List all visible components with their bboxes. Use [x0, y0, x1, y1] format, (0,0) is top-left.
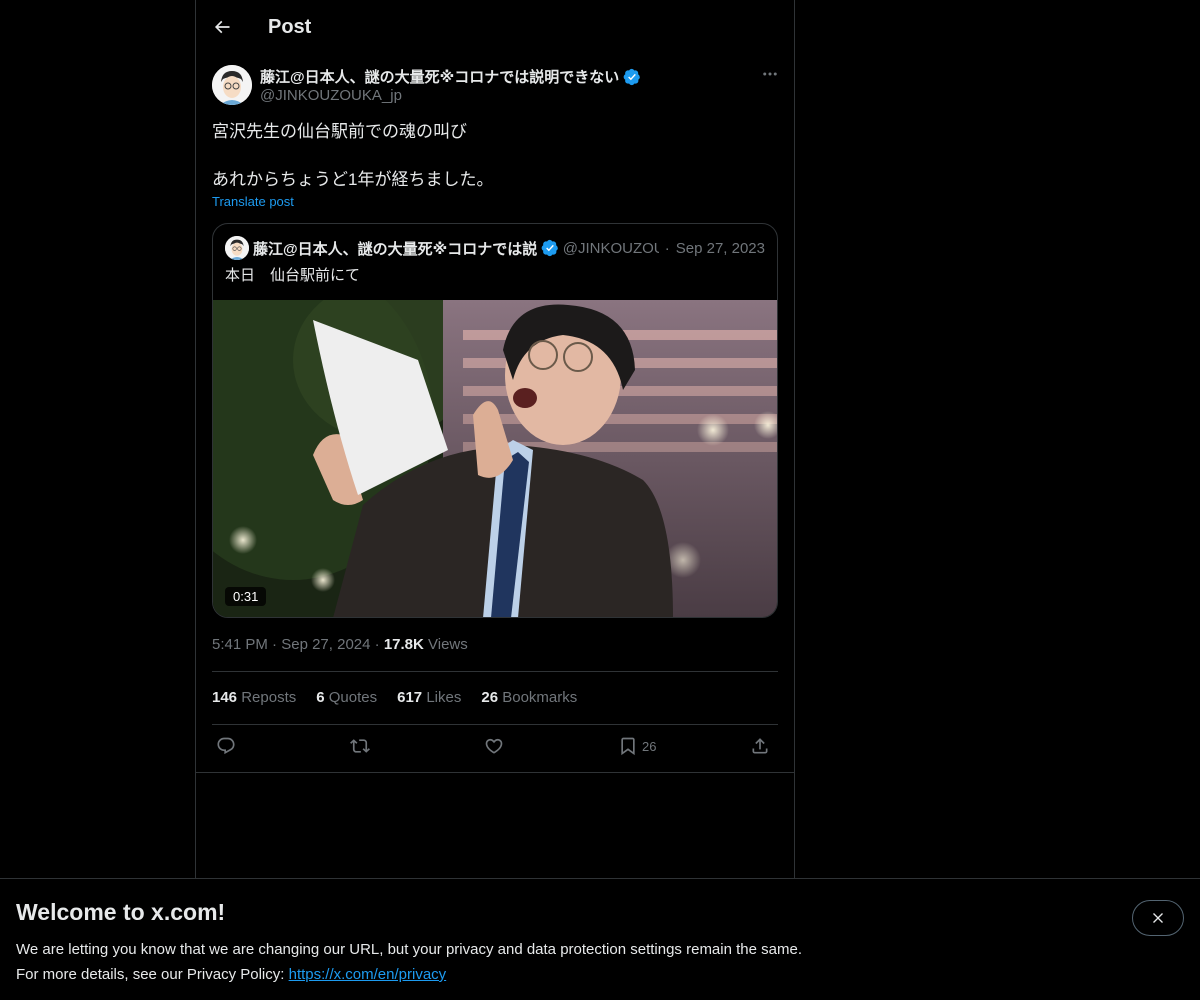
post-metadata: 5:41 PM · Sep 27, 2024 · 17.8K Views — [212, 636, 468, 653]
banner-line: For more details, see our Privacy Policy… — [16, 962, 802, 987]
quoted-author-handle: @JINKOUZOUKA_jp — [562, 239, 659, 257]
divider — [212, 671, 778, 672]
video-duration: 0:31 — [225, 587, 267, 606]
post-time[interactable]: 5:41 PM — [212, 636, 268, 653]
more-icon[interactable] — [760, 64, 780, 84]
quoted-post-text: 本日 仙台駅前にて — [225, 267, 361, 284]
back-arrow-icon[interactable] — [212, 17, 232, 37]
quoted-post[interactable]: 藤江@日本人、謎の大量死※コロナでは説明 @JINKOUZOUKA_jp · S… — [212, 223, 778, 618]
quoted-author-name: 藤江@日本人、謎の大量死※コロナでは説明 — [253, 240, 537, 258]
like-button[interactable] — [484, 736, 504, 756]
verified-badge-icon — [623, 68, 641, 86]
separator-dot: · — [664, 239, 670, 257]
reposts-label: Reposts — [241, 689, 297, 706]
author-name-text[interactable]: 藤江@日本人、謎の大量死※コロナでは説明できない — [260, 66, 619, 87]
views-count: 17.8K — [383, 636, 424, 653]
post-text-line: 宮沢先生の仙台駅前での魂の叫び — [212, 122, 467, 141]
quoted-post-header: 藤江@日本人、謎の大量死※コロナでは説明 @JINKOUZOUKA_jp · S… — [225, 236, 765, 260]
quotes-stat[interactable]: 6 Quotes — [316, 689, 377, 706]
post-stats: 146 Reposts 6 Quotes 617 Likes 26 Bookma… — [212, 689, 577, 706]
quotes-label: Quotes — [328, 689, 378, 706]
reposts-count: 146 — [212, 689, 238, 706]
banner-line: We are letting you know that we are chan… — [16, 941, 802, 958]
verified-badge-icon — [541, 239, 559, 257]
like-icon — [485, 738, 503, 754]
close-banner-button[interactable] — [1132, 900, 1184, 936]
banner-title: Welcome to x.com! — [16, 899, 226, 925]
welcome-banner: Welcome to x.com! We are letting you kno… — [0, 878, 1200, 1000]
quotes-count: 6 — [316, 689, 325, 706]
repost-button[interactable] — [350, 736, 370, 756]
bookmarks-label: Bookmarks — [502, 689, 578, 706]
post-text-line: あれからちょうど1年が経ちました。 — [212, 170, 494, 189]
views-label: Views — [428, 636, 468, 653]
bookmarks-count: 26 — [481, 689, 499, 706]
post-text: 宮沢先生の仙台駅前での魂の叫び あれからちょうど1年が経ちました。 — [212, 120, 780, 192]
bookmark-icon — [621, 737, 635, 756]
author-name[interactable]: 藤江@日本人、謎の大量死※コロナでは説明できない — [260, 66, 641, 87]
avatar[interactable] — [212, 65, 252, 105]
close-icon — [1153, 913, 1163, 923]
post-author: 藤江@日本人、謎の大量死※コロナでは説明できない @JINKOUZOUKA_jp — [212, 64, 780, 108]
likes-stat[interactable]: 617 Likes — [397, 689, 461, 706]
video-still-image — [213, 300, 777, 617]
divider — [212, 724, 778, 725]
avatar — [225, 236, 249, 260]
post-date[interactable]: Sep 27, 2024 — [281, 636, 370, 653]
privacy-policy-link[interactable]: https://x.com/en/privacy — [289, 966, 447, 983]
share-button[interactable] — [750, 736, 770, 756]
separator-dot: · — [374, 636, 384, 653]
translate-post-link[interactable]: Translate post — [212, 194, 294, 209]
likes-count: 617 — [397, 689, 423, 706]
quoted-post-date: Sep 27, 2023 — [675, 239, 765, 257]
page-title: Post — [268, 15, 312, 38]
banner-text: We are letting you know that we are chan… — [16, 937, 802, 987]
bookmark-count: 26 — [642, 738, 657, 754]
top-bar: Post — [196, 0, 794, 54]
banner-line-prefix: For more details, see our Privacy Policy… — [16, 966, 285, 983]
video-thumbnail[interactable]: 0:31 — [213, 300, 777, 617]
author-handle[interactable]: @JINKOUZOUKA_jp — [260, 87, 402, 104]
reply-button[interactable] — [216, 736, 236, 756]
divider — [196, 772, 794, 773]
post-actions: 26 — [212, 736, 778, 760]
bookmark-button[interactable]: 26 — [618, 736, 656, 756]
share-icon — [752, 738, 768, 754]
separator-dot: · — [272, 636, 282, 653]
bookmarks-stat[interactable]: 26 Bookmarks — [481, 689, 577, 706]
likes-label: Likes — [426, 689, 462, 706]
post-column: Post 藤江@日本人、謎の大量死※コロナでは説明できない @JINKOUZOU… — [195, 0, 795, 878]
reply-icon — [217, 737, 235, 755]
reposts-stat[interactable]: 146 Reposts — [212, 689, 296, 706]
repost-icon — [350, 739, 370, 753]
